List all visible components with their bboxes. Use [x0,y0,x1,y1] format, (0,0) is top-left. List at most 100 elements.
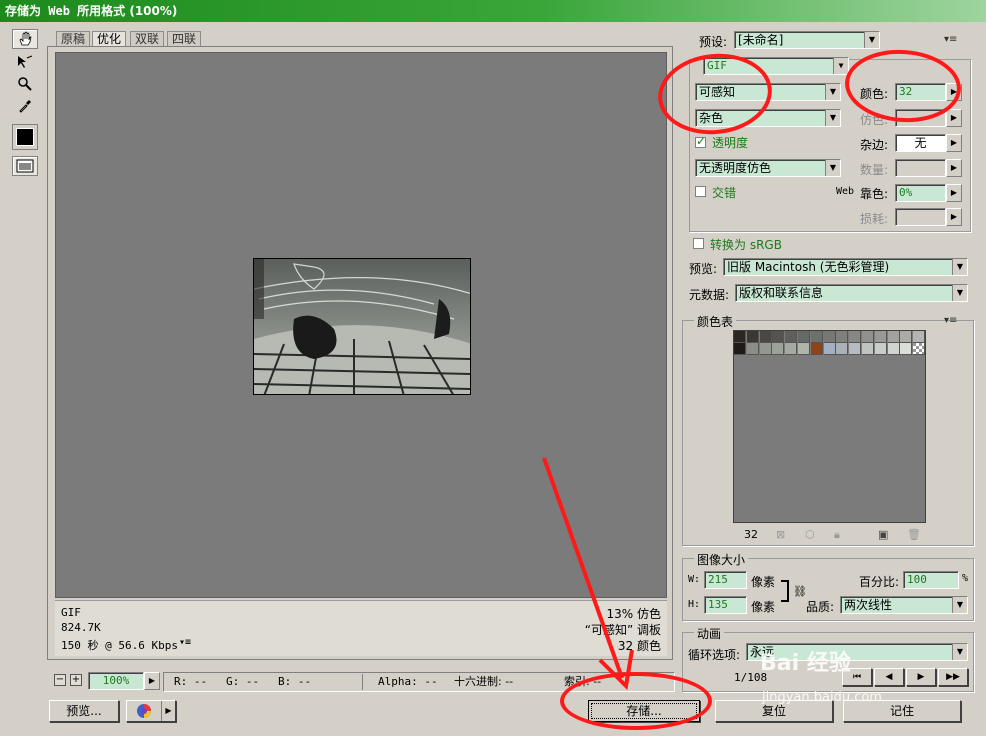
color-swatch[interactable] [772,343,785,355]
color-swatch[interactable] [746,331,759,343]
color-swatch[interactable] [874,343,887,355]
percent-unit: % [962,573,969,584]
eyedropper-icon [19,100,31,113]
color-swatch[interactable] [759,343,772,355]
convert-srgb-checkbox[interactable] [693,238,704,249]
color-swatch[interactable] [785,343,798,355]
chevron-down-icon: ▼ [952,259,967,275]
color-swatch[interactable] [759,331,772,343]
color-swatch[interactable] [862,343,874,355]
web-shift-icon[interactable]: ⬡ [805,528,815,541]
color-swatch[interactable] [785,331,798,343]
color-table-menu-icon[interactable]: ▾≡ [944,315,957,326]
tab-4up[interactable]: 四联 [167,31,202,47]
color-swatch[interactable] [823,343,836,355]
color-swatch[interactable] [900,343,913,355]
tab-2up-label: 双联 [135,32,160,46]
download-speed-menu-icon[interactable]: ▾≡ [179,637,191,648]
hand-tool[interactable] [12,29,38,49]
tab-optimized[interactable]: 优化 [92,31,127,47]
height-unit: 像素 [751,600,776,614]
preview-photo-graphic [254,259,470,394]
tab-4up-label: 四联 [172,32,197,46]
color-swatch[interactable] [836,343,849,355]
color-swatch[interactable] [874,331,887,343]
color-table-area[interactable] [733,330,926,523]
readout-red: R: -- [174,675,208,688]
color-swatch[interactable] [862,331,874,343]
width-field[interactable]: 215 [704,571,747,589]
web-snap-value: 0% [899,186,913,199]
map-transparent-icon[interactable]: ⊠ [776,528,785,541]
trash-icon[interactable]: 🗑︎ [907,528,921,541]
color-swatch[interactable] [849,331,862,343]
percent-field[interactable]: 100 [903,571,959,589]
transparency-dither-dropdown[interactable]: 无透明度仿色 ▼ [695,159,841,177]
color-swatch[interactable] [913,331,926,343]
metadata-dropdown[interactable]: 版权和联系信息 ▼ [735,284,968,302]
zoom-level-field[interactable]: 100% [88,672,144,690]
quality-value: 两次线性 [844,598,893,612]
color-swatch[interactable] [746,343,759,355]
preview-image[interactable] [253,258,471,395]
color-swatch[interactable] [798,331,810,343]
matte-dropdown-arrow[interactable]: ▶ [946,134,962,152]
zoom-dropdown-arrow[interactable]: ▶ [144,672,160,690]
next-frame-button[interactable]: ▶▶ [938,668,968,686]
browser-select-button[interactable]: ▶ [126,700,176,722]
color-swatch[interactable] [913,343,926,355]
color-swatch[interactable] [836,331,849,343]
height-field[interactable]: 135 [704,596,747,614]
browser-dropdown-arrow: ▶ [161,701,175,721]
convert-srgb-label: 转换为 sRGB [710,238,782,252]
eyedropper-color-well[interactable] [12,124,38,150]
preview-mode-label: 预览: [689,262,718,276]
preview-mode-dropdown[interactable]: 旧版 Macintosh (无色彩管理) ▼ [723,258,968,276]
info-file-size: 824.7K [61,621,101,634]
color-swatch[interactable] [900,331,913,343]
metadata-value: 版权和联系信息 [739,286,824,300]
color-swatch[interactable] [887,331,900,343]
color-swatch[interactable] [772,331,785,343]
chevron-down-icon: ▼ [825,160,840,176]
info-format: GIF [61,606,81,619]
previous-frame-button[interactable]: ◀ [874,668,904,686]
zoom-out-button[interactable]: − [54,674,66,686]
preview-button[interactable]: 预览... [49,700,119,722]
matte-field[interactable]: 无 [895,134,946,152]
web-snap-arrow[interactable]: ▶ [946,184,962,202]
color-swatch[interactable] [734,343,746,355]
interlaced-checkbox[interactable] [695,186,706,197]
web-snap-field[interactable]: 0% [895,184,946,202]
tab-optimized-label: 优化 [97,32,122,46]
interlaced-label: 交错 [712,186,737,200]
toggle-slices-tool[interactable] [12,156,38,176]
reset-button-label: 复位 [761,704,786,718]
color-swatch[interactable] [823,331,836,343]
new-color-icon[interactable]: ▣ [878,528,888,541]
quality-dropdown[interactable]: 两次线性 ▼ [840,596,968,614]
color-swatch[interactable] [734,331,746,343]
color-swatch[interactable] [887,343,900,355]
lock-icon[interactable]: 🔒︎ [834,528,840,542]
preset-dropdown[interactable]: [未命名] ▼ [734,31,880,49]
color-swatch[interactable] [798,343,810,355]
zoom-tool[interactable] [12,74,38,94]
tab-original[interactable]: 原稿 [56,31,91,47]
preset-label: 预设: [699,35,728,49]
eyedropper-tool[interactable] [12,96,38,116]
color-swatch[interactable] [849,343,862,355]
slice-select-tool[interactable] [12,52,38,72]
settings-menu-icon[interactable]: ▾≡ [944,34,957,45]
zoom-in-button[interactable]: + [70,674,82,686]
window-title-suffix: 所用格式 (100%) [77,4,178,18]
info-download-time: 150 秒 @ 56.6 Kbps [61,639,178,652]
tab-2up[interactable]: 双联 [130,31,165,47]
color-swatch[interactable] [810,331,823,343]
chevron-down-icon: ▼ [952,285,967,301]
width-value: 215 [708,573,728,586]
link-icon[interactable]: ⛓ [793,585,807,598]
color-swatch[interactable] [810,343,823,355]
transparency-checkbox[interactable] [695,134,706,148]
play-button[interactable]: ▶ [906,668,936,686]
